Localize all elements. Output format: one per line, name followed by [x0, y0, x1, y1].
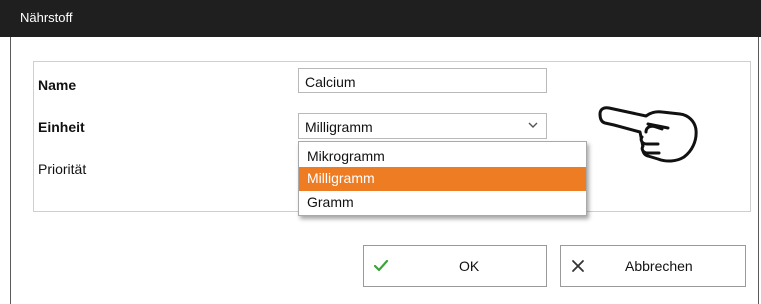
dropdown-option-gramm[interactable]: Gramm	[299, 191, 586, 215]
chevron-down-icon	[528, 122, 538, 128]
name-input[interactable]: Calcium	[298, 68, 547, 93]
ok-button-label: OK	[459, 258, 480, 274]
unit-select-value: Milligramm	[305, 119, 373, 135]
cancel-button[interactable]: Abbrechen	[560, 245, 746, 287]
priority-label: Priorität	[38, 161, 87, 177]
unit-dropdown-list: Mikrogramm Milligramm Gramm	[298, 141, 587, 216]
cancel-button-label: Abbrechen	[625, 258, 693, 274]
dropdown-option-milligramm[interactable]: Milligramm	[299, 167, 586, 191]
close-icon	[572, 260, 584, 272]
dialog-titlebar: Nährstoff	[0, 0, 761, 37]
unit-label: Einheit	[38, 119, 85, 135]
name-label: Name	[38, 77, 77, 93]
check-icon	[373, 259, 389, 272]
pointing-hand-icon	[598, 106, 698, 163]
dropdown-option-mikrogramm[interactable]: Mikrogramm	[299, 145, 586, 169]
unit-select[interactable]: Milligramm	[298, 113, 547, 139]
dialog-title: Nährstoff	[20, 10, 73, 25]
ok-button[interactable]: OK	[363, 245, 547, 287]
